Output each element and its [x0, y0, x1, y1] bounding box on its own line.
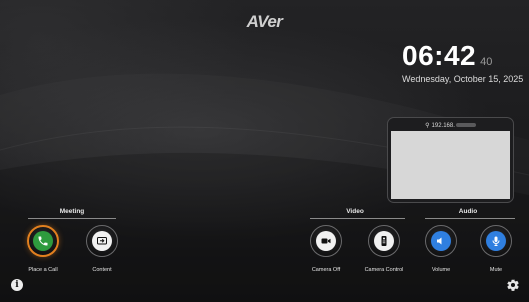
date-label: Wednesday, October 15, 2025 [402, 74, 524, 84]
content-button[interactable] [86, 225, 118, 257]
clock-time: 06:42 [402, 40, 477, 71]
video-divider [310, 218, 405, 219]
video-camera-icon [316, 231, 336, 251]
mute-button[interactable] [480, 225, 512, 257]
clock-seconds: 40 [480, 56, 493, 68]
phone-icon [33, 231, 53, 251]
meeting-divider [28, 218, 116, 219]
ip-address: ⚲ 192.168. [388, 122, 513, 129]
ip-masked [455, 123, 476, 128]
location-pin-icon: ⚲ [425, 123, 430, 129]
home-screen: AVer 06:42 40 Wednesday, October 15, 2025… [0, 0, 529, 302]
volume-button[interactable] [425, 225, 457, 257]
audio-divider [425, 218, 515, 219]
camera-preview-panel[interactable]: ⚲ 192.168. [387, 117, 514, 203]
gear-icon[interactable] [506, 278, 520, 292]
microphone-icon [486, 231, 506, 251]
camera-control-button[interactable] [368, 225, 400, 257]
clock: 06:42 40 [402, 40, 492, 72]
place-call-label: Place a Call [28, 267, 58, 273]
camera-control-label: Camera Control [364, 267, 404, 273]
screen-share-icon [92, 231, 112, 251]
content-label: Content [92, 267, 112, 273]
mute-label: Mute [489, 267, 503, 273]
camera-preview[interactable] [391, 131, 510, 199]
volume-label: Volume [431, 267, 451, 273]
camera-off-button[interactable] [310, 225, 342, 257]
video-group-label: Video [346, 208, 364, 215]
aver-logo: AVer [246, 12, 283, 31]
remote-control-icon [374, 231, 394, 251]
meeting-group-label: Meeting [59, 208, 85, 215]
ip-prefix: 192.168. [431, 123, 455, 129]
audio-group-label: Audio [458, 208, 478, 215]
camera-off-label: Camera Off [311, 267, 341, 273]
info-icon[interactable]: i [11, 279, 23, 291]
speaker-icon [431, 231, 451, 251]
place-call-button[interactable] [27, 225, 59, 257]
